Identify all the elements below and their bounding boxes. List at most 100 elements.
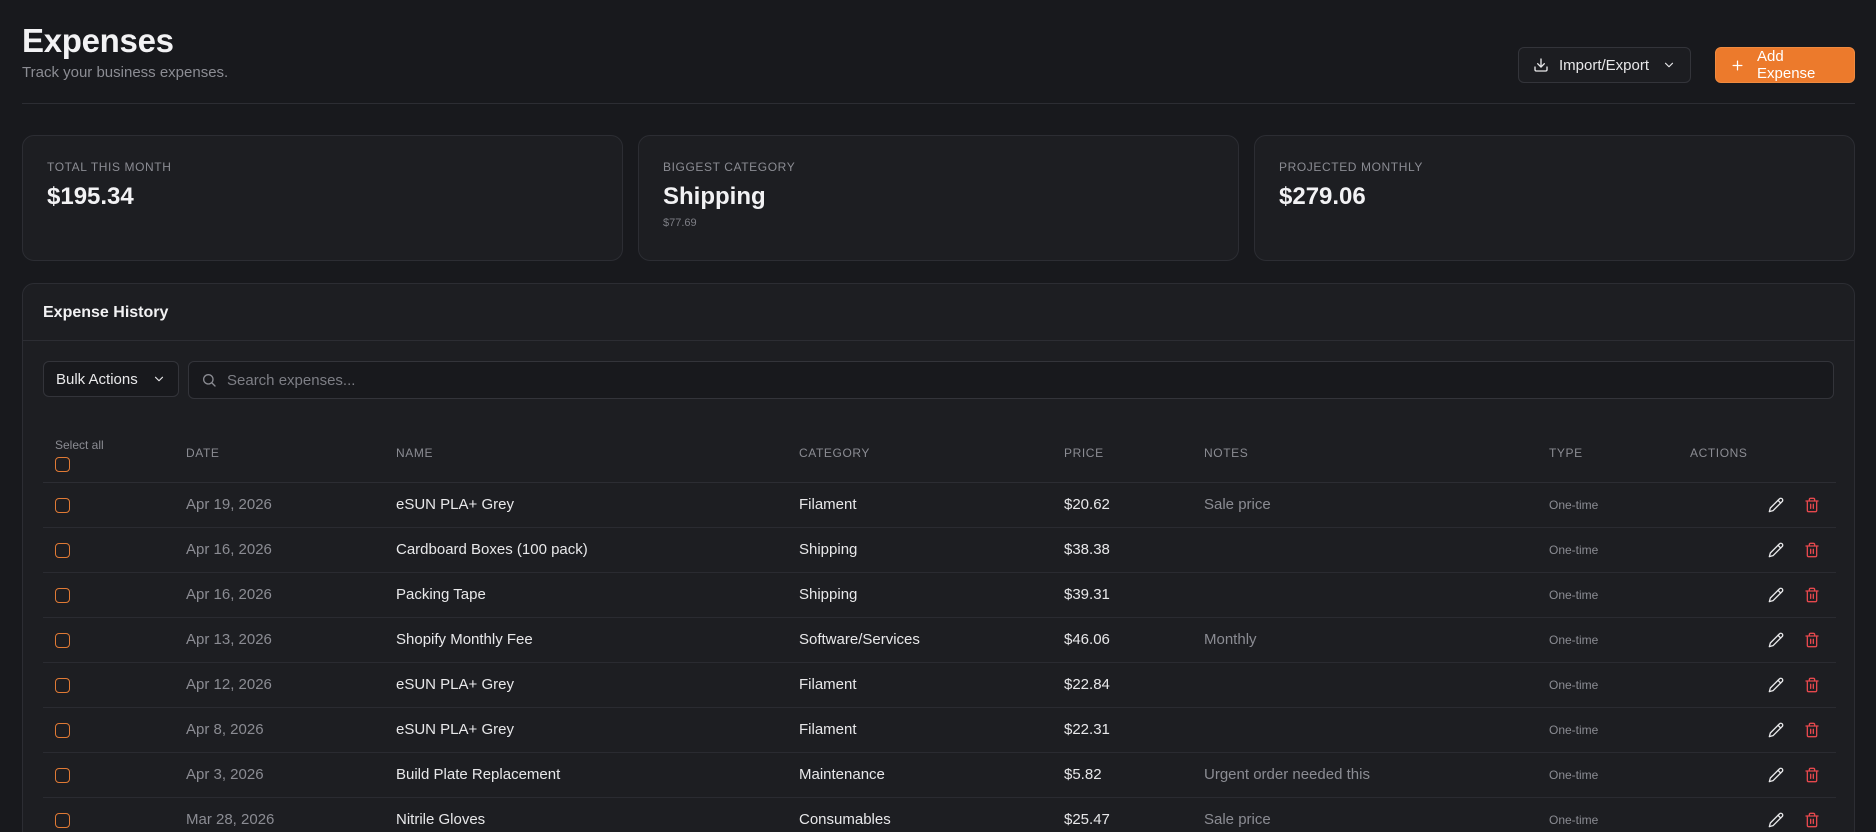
row-checkbox[interactable]: [55, 767, 70, 783]
column-header-actions: ACTIONS: [1690, 422, 1836, 483]
chevron-down-icon: [152, 372, 166, 386]
row-checkbox[interactable]: [55, 632, 70, 648]
expense-table: Select all DATE NAME CATEGORY PRICE NOTE…: [43, 422, 1836, 832]
cell-type: One-time: [1549, 752, 1690, 798]
cell-type: One-time: [1549, 482, 1690, 528]
cell-category: Filament: [799, 482, 1064, 528]
cell-date: Apr 8, 2026: [186, 707, 396, 753]
cell-name: eSUN PLA+ Grey: [396, 707, 799, 753]
cell-date: Mar 28, 2026: [186, 797, 396, 832]
cell-category: Software/Services: [799, 617, 1064, 663]
column-header-notes: NOTES: [1204, 422, 1549, 483]
add-expense-label: Add Expense: [1757, 48, 1816, 82]
pencil-icon[interactable]: [1768, 722, 1784, 738]
cell-category: Filament: [799, 707, 1064, 753]
cell-actions: [1690, 797, 1836, 832]
row-checkbox[interactable]: [55, 497, 70, 513]
column-header-category[interactable]: CATEGORY: [799, 422, 1064, 483]
expense-history-panel: Expense History Bulk Actions Search expe…: [22, 283, 1855, 832]
cell-price: $20.62: [1064, 482, 1204, 528]
trash-icon[interactable]: [1804, 542, 1820, 558]
bulk-actions-label: Bulk Actions: [56, 370, 138, 388]
trash-icon[interactable]: [1804, 812, 1820, 828]
plus-icon: [1730, 58, 1745, 73]
bulk-actions-button[interactable]: Bulk Actions: [43, 361, 179, 397]
stat-label: TOTAL THIS MONTH: [47, 160, 172, 174]
trash-icon[interactable]: [1804, 677, 1820, 693]
select-all-checkbox[interactable]: [55, 456, 70, 472]
column-header-date[interactable]: DATE: [186, 422, 396, 483]
pencil-icon[interactable]: [1768, 632, 1784, 648]
cell-date: Apr 12, 2026: [186, 662, 396, 708]
cell-date: Apr 19, 2026: [186, 482, 396, 528]
stat-card-projected-monthly: PROJECTED MONTHLY $279.06: [1254, 135, 1855, 261]
trash-icon[interactable]: [1804, 587, 1820, 603]
cell-category: Maintenance: [799, 752, 1064, 798]
search-input[interactable]: [227, 371, 1821, 389]
pencil-icon[interactable]: [1768, 812, 1784, 828]
select-all-header: Select all: [43, 422, 186, 483]
chevron-down-icon: [1662, 58, 1676, 72]
row-select-cell: [43, 662, 186, 708]
table-toolbar: Bulk Actions: [43, 361, 1834, 399]
cell-category: Shipping: [799, 572, 1064, 618]
pencil-icon[interactable]: [1768, 497, 1784, 513]
table-row: Apr 12, 2026 eSUN PLA+ Grey Filament $22…: [43, 662, 1836, 708]
cell-actions: [1690, 572, 1836, 618]
trash-icon[interactable]: [1804, 767, 1820, 783]
table-row: Apr 3, 2026 Build Plate Replacement Main…: [43, 752, 1836, 798]
row-checkbox[interactable]: [55, 812, 70, 828]
pencil-icon[interactable]: [1768, 542, 1784, 558]
cell-type: One-time: [1549, 662, 1690, 708]
stat-label: BIGGEST CATEGORY: [663, 160, 796, 174]
cell-actions: [1690, 707, 1836, 753]
column-header-name[interactable]: NAME: [396, 422, 799, 483]
add-expense-button[interactable]: Add Expense: [1715, 47, 1855, 83]
row-select-cell: [43, 482, 186, 528]
cell-type: One-time: [1549, 527, 1690, 573]
cell-notes: [1204, 662, 1549, 708]
cell-category: Shipping: [799, 527, 1064, 573]
row-checkbox[interactable]: [55, 677, 70, 693]
trash-icon[interactable]: [1804, 722, 1820, 738]
cell-name: Nitrile Gloves: [396, 797, 799, 832]
cell-notes: Sale price: [1204, 797, 1549, 832]
cell-price: $38.38: [1064, 527, 1204, 573]
column-header-price[interactable]: PRICE: [1064, 422, 1204, 483]
download-icon: [1533, 57, 1549, 73]
table-row: Apr 8, 2026 eSUN PLA+ Grey Filament $22.…: [43, 707, 1836, 753]
cell-date: Apr 3, 2026: [186, 752, 396, 798]
cell-name: eSUN PLA+ Grey: [396, 662, 799, 708]
row-checkbox[interactable]: [55, 542, 70, 558]
cell-date: Apr 16, 2026: [186, 527, 396, 573]
cell-category: Consumables: [799, 797, 1064, 832]
table-row: Apr 16, 2026 Cardboard Boxes (100 pack) …: [43, 527, 1836, 573]
row-checkbox[interactable]: [55, 722, 70, 738]
cell-type: One-time: [1549, 572, 1690, 618]
row-select-cell: [43, 527, 186, 573]
search-icon: [201, 372, 217, 388]
cell-price: $39.31: [1064, 572, 1204, 618]
stat-label: PROJECTED MONTHLY: [1279, 160, 1423, 174]
cell-name: Build Plate Replacement: [396, 752, 799, 798]
stat-card-biggest-category: BIGGEST CATEGORY Shipping $77.69: [638, 135, 1239, 261]
row-select-cell: [43, 617, 186, 663]
pencil-icon[interactable]: [1768, 677, 1784, 693]
cell-actions: [1690, 527, 1836, 573]
cell-price: $5.82: [1064, 752, 1204, 798]
cell-actions: [1690, 752, 1836, 798]
cell-actions: [1690, 662, 1836, 708]
trash-icon[interactable]: [1804, 632, 1820, 648]
page-subtitle: Track your business expenses.: [22, 64, 229, 81]
import-export-button[interactable]: Import/Export: [1518, 47, 1691, 83]
cell-type: One-time: [1549, 707, 1690, 753]
cell-name: Cardboard Boxes (100 pack): [396, 527, 799, 573]
pencil-icon[interactable]: [1768, 767, 1784, 783]
cell-date: Apr 13, 2026: [186, 617, 396, 663]
table-header-row: Select all DATE NAME CATEGORY PRICE NOTE…: [43, 422, 1836, 483]
trash-icon[interactable]: [1804, 497, 1820, 513]
row-checkbox[interactable]: [55, 587, 70, 603]
cell-name: Shopify Monthly Fee: [396, 617, 799, 663]
cell-price: $22.84: [1064, 662, 1204, 708]
pencil-icon[interactable]: [1768, 587, 1784, 603]
